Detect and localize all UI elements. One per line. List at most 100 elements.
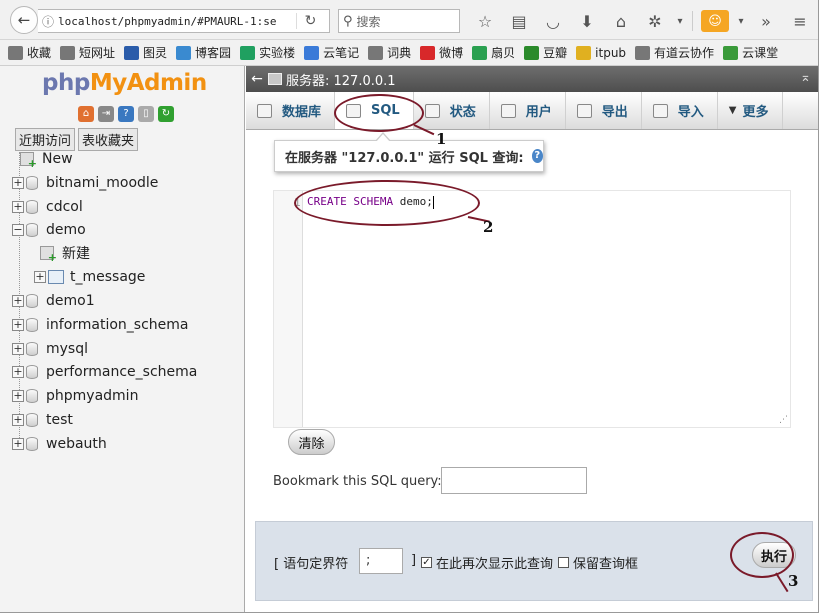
database-icon [26,223,38,237]
address-bar[interactable]: ⓘ localhost/phpmyadmin/#PMAURL-1:se ↻ [38,9,330,33]
favorites-tab[interactable]: 表收藏夹 [78,128,139,151]
tree-item-performance_schema[interactable]: + performance_schema [12,361,197,383]
extension-icon[interactable]: ✲ [638,12,672,31]
url-text[interactable]: localhost/phpmyadmin/#PMAURL-1:se [58,15,296,28]
overflow-menu-icon[interactable]: » [749,12,783,31]
bookmark-label: 豆瓣 [543,46,568,60]
tab-3[interactable]: 用户 [490,92,566,129]
expand-icon[interactable]: + [12,295,24,307]
expand-icon[interactable]: + [12,390,24,402]
info-icon[interactable]: ⓘ [38,13,58,30]
phpmyadmin-logo[interactable]: phpMyAdmin [42,70,207,96]
help-icon[interactable]: ? [531,149,543,163]
show-query-checkbox[interactable]: ✓ [421,557,432,568]
expand-icon[interactable]: + [12,177,24,189]
docs-icon[interactable]: ▯ [138,106,154,122]
hamburger-menu-icon[interactable]: ≡ [783,12,817,31]
tree-item-label: webauth [46,436,107,452]
logout-icon[interactable]: ⇥ [98,106,114,122]
download-icon[interactable]: ⬇ [570,12,604,31]
tree-item-demo[interactable]: − demo [12,219,86,241]
show-query-label: 在此再次显示此查询 [436,557,554,572]
database-icon [26,342,38,356]
annotation-number-3: 3 [788,572,799,590]
expand-icon[interactable]: + [12,438,24,450]
pocket-icon[interactable]: ◡ [536,12,570,31]
back-icon[interactable]: ← [10,6,38,34]
expand-icon[interactable]: + [12,343,24,355]
bookmark-item[interactable]: 有道云协作 [635,44,714,61]
search-input[interactable]: ⚲ 搜索 [338,9,460,33]
bookmark-label: 短网址 [79,46,116,60]
tree-item-demo-new[interactable]: 新建 [40,242,90,264]
expand-icon[interactable]: + [12,201,24,213]
tree-item-phpmyadmin[interactable]: + phpmyadmin [12,385,138,407]
expand-icon[interactable]: + [12,366,24,378]
tree-item-test[interactable]: + test [12,409,73,431]
reload-icon[interactable]: ↻ [296,13,324,29]
bookmark-input[interactable] [441,467,587,494]
bookmark-label: 收藏 [27,46,52,60]
bookmark-item[interactable]: 图灵 [124,44,167,61]
database-icon [26,365,38,379]
tree-item-label: demo [46,222,86,238]
tree-item-mysql[interactable]: + mysql [12,338,88,360]
expand-icon[interactable]: + [12,414,24,426]
bookmark-item[interactable]: 云课堂 [723,44,778,61]
help-icon[interactable]: ? [118,106,134,122]
keep-box-option[interactable]: 保留查询框 [558,553,638,572]
tree-item-bitnami_moodle[interactable]: + bitnami_moodle [12,172,158,194]
query-title-text: 在服务器 "127.0.0.1" 运行 SQL 查询: [285,150,524,166]
dropdown-arrow-icon[interactable]: ▾ [672,16,688,27]
database-icon [26,437,38,451]
tab-0[interactable]: 数据库 [246,92,336,129]
bookmark-item[interactable]: 豆瓣 [524,44,567,61]
shanbay-icon [472,45,488,60]
tree-item-cdcol[interactable]: + cdcol [12,196,83,218]
bookmark-item[interactable]: 词典 [368,44,411,61]
collapse-header-icon[interactable]: ⌅ [800,70,811,85]
tree-item-webauth[interactable]: + webauth [12,433,107,455]
keep-box-checkbox[interactable] [558,557,569,568]
show-query-option[interactable]: ✓ 在此再次显示此查询 [421,553,553,572]
database-icon [26,200,38,214]
navigation-icons: ⌂ ⇥ ? ▯ ↻ [78,106,178,122]
star-icon [8,45,23,60]
collapse-icon[interactable]: − [12,224,24,236]
expand-icon[interactable]: + [12,319,24,331]
expand-icon[interactable]: + [34,271,46,283]
reload-nav-icon[interactable]: ↻ [158,106,174,122]
bookmark-item[interactable]: 微博 [420,44,463,61]
reading-list-icon[interactable]: ▤ [502,12,536,31]
user-avatar-icon[interactable]: ☺ [701,10,729,32]
tree-item-label: information_schema [46,317,189,333]
tree-item-information_schema[interactable]: + information_schema [12,314,189,336]
shiyanlou-icon [240,45,256,60]
tree-item-demo1[interactable]: + demo1 [12,290,95,312]
bookmark-item[interactable]: 云笔记 [304,44,359,61]
tab-5[interactable]: 导入 [642,92,718,129]
collapse-arrow-icon[interactable]: ← [246,71,268,87]
book-icon [723,45,739,60]
tab-6[interactable]: ▼ 更多 [718,92,783,129]
sql-editor[interactable]: 1 CREATE SCHEMA demo; ⋰ [273,190,791,428]
bookmark-item[interactable]: 短网址 [60,44,115,61]
tree-item-t-message[interactable]: + t_message [34,266,145,288]
bookmark-item[interactable]: 实验楼 [240,44,295,61]
tab-4[interactable]: 导出 [566,92,642,129]
bookmark-item[interactable]: itpub [576,45,626,60]
home-icon[interactable]: ⌂ [604,12,638,31]
resize-handle-icon[interactable]: ⋰ [779,415,788,425]
tab-2[interactable]: 状态 [414,92,490,129]
server-label[interactable]: 服务器: 127.0.0.1 [286,70,396,89]
profile-dropdown-icon[interactable]: ▾ [733,16,749,27]
bookmark-item[interactable]: 收藏 [8,44,51,61]
delimiter-input[interactable]: ; [359,548,403,574]
clear-button[interactable]: 清除 [288,429,335,455]
bookmark-item[interactable]: 博客园 [176,44,231,61]
bookmark-item[interactable]: 扇贝 [472,44,515,61]
home-icon[interactable]: ⌂ [78,106,94,122]
globe-icon [60,45,76,60]
bookmark-star-icon[interactable]: ☆ [468,12,502,31]
tree-item-new[interactable]: New [20,148,73,170]
